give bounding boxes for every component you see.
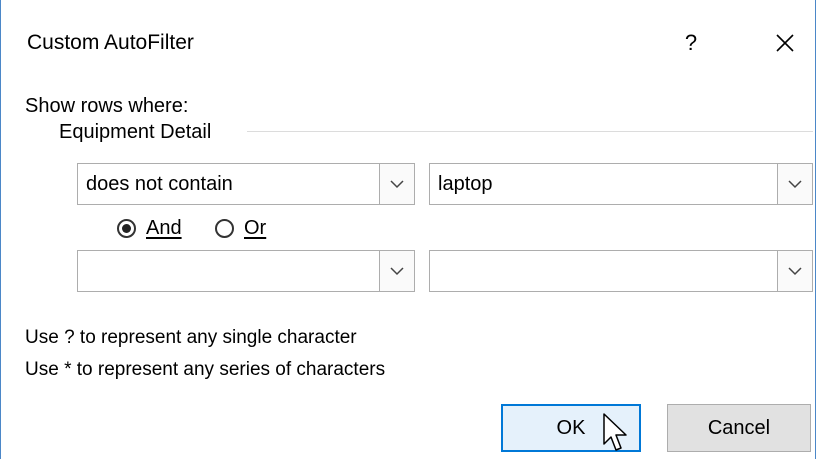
wildcard-hint-series: Use * to represent any series of charact… [25, 359, 386, 380]
wildcard-hint-single: Use ? to represent any single character [25, 327, 357, 348]
ok-button[interactable]: OK [501, 404, 641, 452]
title-bar: Custom AutoFilter ? [1, 0, 816, 88]
operator-1-dropdown[interactable]: does not contain [77, 163, 415, 205]
show-rows-label: Show rows where: [25, 95, 189, 117]
chevron-down-icon [390, 267, 404, 276]
chevron-down-icon [788, 267, 802, 276]
operator-1-dropdown-button[interactable] [379, 163, 415, 205]
operator-1-value: does not contain [86, 173, 233, 195]
operator-2-dropdown-button[interactable] [379, 250, 415, 292]
value-1-dropdown-button[interactable] [777, 163, 813, 205]
value-2-combobox[interactable] [429, 250, 813, 292]
group-divider [247, 131, 813, 132]
and-radio-label[interactable]: And [146, 214, 182, 242]
and-radio-button[interactable] [117, 218, 136, 238]
value-2-dropdown-button[interactable] [777, 250, 813, 292]
or-radio-button[interactable] [215, 218, 234, 238]
dialog-title: Custom AutoFilter [27, 31, 194, 54]
cancel-button[interactable]: Cancel [667, 404, 811, 452]
value-1-combobox[interactable]: laptop [429, 163, 813, 205]
operator-2-dropdown[interactable] [77, 250, 415, 292]
or-radio-option[interactable]: Or [215, 214, 266, 242]
field-group-label: Equipment Detail [59, 121, 212, 143]
custom-autofilter-dialog: Custom AutoFilter ? Show rows where: Equ… [0, 0, 816, 459]
chevron-down-icon [390, 180, 404, 189]
and-radio-option[interactable]: And [117, 214, 182, 242]
value-1-text: laptop [438, 173, 493, 195]
or-radio-label[interactable]: Or [244, 214, 266, 242]
close-icon [776, 34, 794, 52]
help-button[interactable]: ? [673, 24, 709, 62]
close-button[interactable] [765, 24, 805, 62]
chevron-down-icon [788, 180, 802, 189]
